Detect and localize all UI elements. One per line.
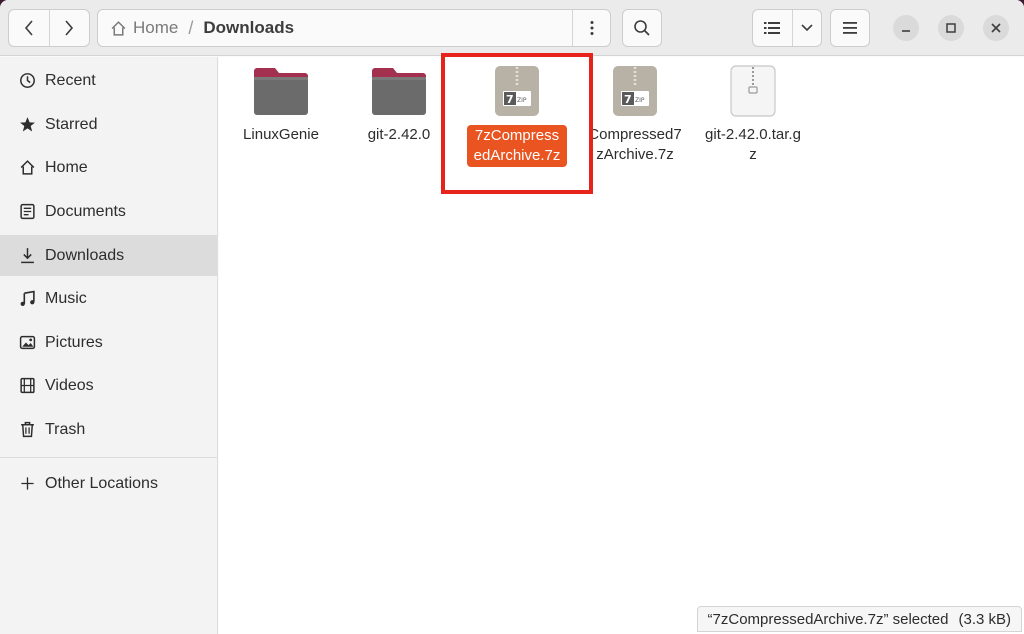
sidebar-item-home[interactable]: Home [0,147,217,188]
breadcrumb-home[interactable]: Home [110,18,178,38]
star-icon [18,116,36,134]
sidebar: Recent Starred Home Documents Downloads … [0,57,218,634]
sidebar-item-downloads[interactable]: Downloads [0,235,217,276]
sidebar-item-label: Recent [45,71,96,89]
video-icon [18,377,36,395]
file-item-compressed7zarchive[interactable]: 7 ZIP Compressed7zArchive.7z [575,65,695,165]
vertical-ellipsis-icon [590,21,593,35]
navigation-buttons [8,9,90,47]
minimize-icon [902,30,910,32]
close-button[interactable] [983,15,1009,41]
list-view-button[interactable] [753,10,792,46]
sidebar-item-starred[interactable]: Starred [0,104,217,145]
sidebar-divider [0,457,217,458]
trash-icon [18,421,36,439]
list-view-icon [764,22,781,34]
status-selected-text: “7zCompressedArchive.7z” selected [707,610,949,628]
sidebar-item-videos[interactable]: Videos [0,365,217,406]
breadcrumb-current[interactable]: Downloads [203,18,294,38]
clock-icon [18,72,36,90]
file-grid: LinuxGenie git-2.42.0 7 ZIP 7zCompressedA… [219,53,1024,634]
sidebar-item-documents[interactable]: Documents [0,191,217,232]
chevron-left-icon [24,20,33,36]
file-name: Compressed7zArchive.7z [588,126,682,163]
home-icon [18,159,36,177]
close-icon [991,23,1001,33]
minimize-button[interactable] [893,15,919,41]
sidebar-item-label: Trash [45,420,86,438]
view-options-button[interactable] [791,10,821,46]
back-button[interactable] [9,10,49,46]
sidebar-item-label: Home [45,158,88,176]
path-bar: Home / Downloads [97,9,611,47]
search-button[interactable] [622,9,662,47]
status-size: (3.3 kB) [958,610,1011,628]
forward-button[interactable] [48,10,89,46]
sidebar-item-label: Videos [45,376,94,394]
breadcrumb-separator: / [188,17,194,38]
sidebar-item-label: Downloads [45,246,125,264]
view-toggle-group [752,9,822,47]
hamburger-menu-icon [843,22,857,34]
breadcrumb-home-label: Home [133,18,179,37]
sidebar-item-label: Starred [45,115,98,133]
maximize-icon [946,23,956,33]
sidebar-item-music[interactable]: Music [0,278,217,319]
file-name: LinuxGenie [243,126,319,143]
chevron-down-icon [801,24,813,32]
selection-highlight-box [441,53,593,194]
path-options-button[interactable] [572,10,610,46]
svg-text:ZIP: ZIP [635,97,645,104]
plus-icon [18,475,36,493]
status-bar: “7zCompressedArchive.7z” selected (3.3 k… [696,606,1022,632]
picture-icon [18,334,36,352]
home-icon [111,20,126,36]
7z-archive-icon: 7 ZIP [613,66,657,116]
svg-text:7: 7 [624,93,632,106]
search-icon [634,20,650,36]
music-note-icon [18,290,36,308]
header-bar: Home / Downloads [0,0,1024,56]
chevron-right-icon [65,20,74,36]
sidebar-item-pictures[interactable]: Pictures [0,322,217,363]
sidebar-item-recent[interactable]: Recent [0,60,217,101]
sidebar-item-label: Other Locations [45,474,158,492]
main-menu-button[interactable] [830,9,870,47]
file-manager-window: Home / Downloads Recent Starred Home Doc… [0,0,1024,634]
file-item-linuxgenie[interactable]: LinuxGenie [221,65,341,145]
tar-archive-icon [730,65,776,117]
sidebar-item-label: Documents [45,202,126,220]
file-name: git-2.42.0 [367,126,431,143]
folder-icon [372,68,426,115]
sidebar-item-label: Music [45,289,87,307]
document-icon [18,203,36,221]
sidebar-item-label: Pictures [45,333,103,351]
file-item-git-tar-gz[interactable]: git-2.42.0.tar.gz [693,65,813,165]
sidebar-item-other-locations[interactable]: Other Locations [0,463,217,504]
download-icon [18,247,36,265]
maximize-button[interactable] [938,15,964,41]
folder-icon [254,68,308,115]
file-name: git-2.42.0.tar.gz [705,126,801,163]
sidebar-item-trash[interactable]: Trash [0,409,217,450]
